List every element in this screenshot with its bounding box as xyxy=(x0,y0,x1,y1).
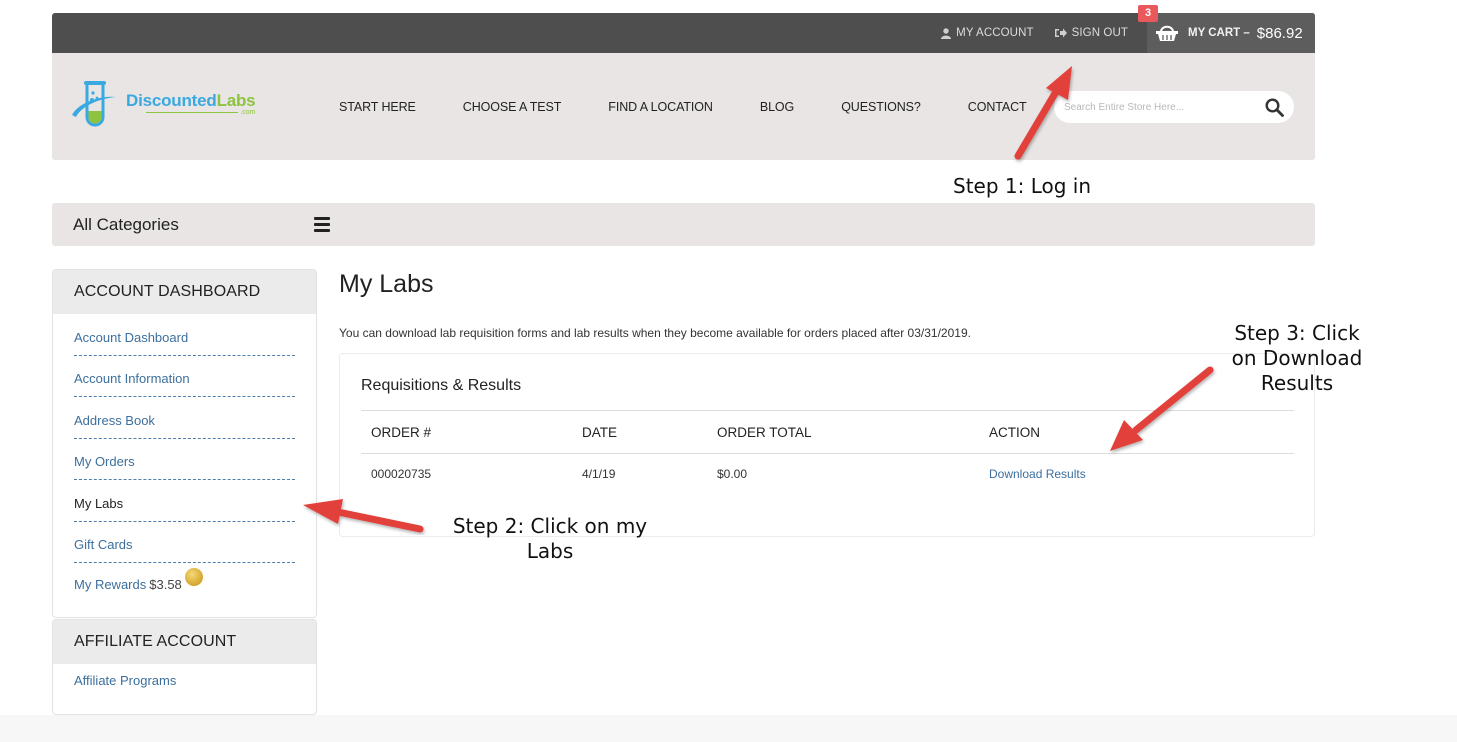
account-dashboard-heading: ACCOUNT DASHBOARD xyxy=(53,270,316,314)
top-bar: MY ACCOUNT SIGN OUT 3 MY CART – $86.92 xyxy=(52,5,1315,53)
cart-label: MY CART – xyxy=(1188,27,1250,39)
account-dashboard-box: ACCOUNT DASHBOARD Account Dashboard Acco… xyxy=(52,269,317,618)
address-book-link[interactable]: Address Book xyxy=(74,413,155,428)
logo-name-part1: Discounted xyxy=(126,90,217,110)
table-row: 000020735 4/1/19 $0.00 Download Results xyxy=(361,454,1294,495)
affiliate-account-heading: AFFILIATE ACCOUNT xyxy=(53,620,316,664)
col-order-total: ORDER TOTAL xyxy=(707,410,979,454)
gift-cards-link[interactable]: Gift Cards xyxy=(74,537,133,552)
logo[interactable]: DiscountedLabs .com xyxy=(70,79,256,133)
sign-out-icon xyxy=(1054,28,1067,38)
logo-underline xyxy=(146,111,239,113)
my-orders-link[interactable]: My Orders xyxy=(74,454,135,469)
cart-count-badge: 3 xyxy=(1138,5,1158,22)
sidebar-item-my-labs[interactable]: My Labs xyxy=(74,480,295,522)
basket-icon xyxy=(1156,25,1178,41)
nav-questions[interactable]: QUESTIONS? xyxy=(841,100,921,114)
search-button[interactable] xyxy=(1265,97,1284,117)
account-dashboard-link[interactable]: Account Dashboard xyxy=(74,330,188,345)
main-nav: START HERE CHOOSE A TEST FIND A LOCATION… xyxy=(339,100,1027,114)
sign-out-link[interactable]: SIGN OUT xyxy=(1054,27,1128,39)
hamburger-menu-icon[interactable] xyxy=(314,217,330,235)
step3-annotation: Step 3: Click on Download Results xyxy=(1220,321,1374,396)
sidebar-item-account-information: Account Information xyxy=(74,356,295,397)
nav-choose-a-test[interactable]: CHOOSE A TEST xyxy=(463,100,562,114)
reward-coin-icon xyxy=(184,568,203,586)
my-account-label: MY ACCOUNT xyxy=(956,27,1034,39)
col-action: ACTION xyxy=(979,410,1294,454)
my-rewards-link[interactable]: My Rewards xyxy=(74,577,146,592)
logo-text: DiscountedLabs .com xyxy=(126,90,256,116)
sidebar-item-address-book: Address Book xyxy=(74,397,295,439)
account-nav-list: Account Dashboard Account Information Ad… xyxy=(53,314,316,609)
step1-annotation: Step 1: Log in xyxy=(953,174,1092,198)
action-cell: Download Results xyxy=(979,454,1294,495)
my-account-link[interactable]: MY ACCOUNT xyxy=(941,27,1034,39)
sidebar-item-my-rewards: My Rewards $3.58 xyxy=(74,563,295,609)
affiliate-account-box: AFFILIATE ACCOUNT Affiliate Programs xyxy=(52,619,317,715)
user-icon xyxy=(941,27,952,39)
page-title: My Labs xyxy=(339,270,434,298)
panel-title: Requisitions & Results xyxy=(361,377,522,394)
nav-start-here[interactable]: START HERE xyxy=(339,100,416,114)
test-tube-logo-icon xyxy=(72,81,116,127)
search-icon xyxy=(1265,97,1284,117)
step2-line2: Labs xyxy=(526,539,574,563)
logo-name-part2: Labs xyxy=(216,90,256,110)
sidebar-item-affiliate-programs: Affiliate Programs xyxy=(74,664,295,698)
search-box xyxy=(1054,91,1294,123)
search-input[interactable] xyxy=(1064,101,1265,113)
sidebar-item-account-dashboard: Account Dashboard xyxy=(74,314,295,356)
col-date: DATE xyxy=(572,410,707,454)
intro-text: You can download lab requisition forms a… xyxy=(339,326,971,340)
requisitions-panel: Requisitions & Results ORDER # DATE ORDE… xyxy=(339,353,1315,537)
categories-bar: All Categories xyxy=(52,203,1315,246)
site-header: DiscountedLabs .com START HERE CHOOSE A … xyxy=(52,53,1315,160)
date-cell: 4/1/19 xyxy=(582,467,616,482)
nav-contact[interactable]: CONTACT xyxy=(968,100,1027,114)
step2-annotation: Step 2: Click on my Labs xyxy=(440,514,660,564)
all-categories-toggle[interactable]: All Categories xyxy=(52,203,350,246)
nav-blog[interactable]: BLOG xyxy=(760,100,794,114)
my-labs-current-label: My Labs xyxy=(74,495,124,511)
sidebar-item-gift-cards: Gift Cards xyxy=(74,522,295,563)
table-header-row: ORDER # DATE ORDER TOTAL ACTION xyxy=(361,410,1294,454)
cart-total: $86.92 xyxy=(1256,24,1303,42)
top-links: MY ACCOUNT SIGN OUT xyxy=(941,13,1128,53)
total-cell: $0.00 xyxy=(717,467,748,482)
sidebar-item-my-orders: My Orders xyxy=(74,439,295,480)
affiliate-programs-link[interactable]: Affiliate Programs xyxy=(74,673,176,688)
rewards-amount: $3.58 xyxy=(149,577,182,592)
all-categories-label: All Categories xyxy=(73,214,179,234)
download-results-link[interactable]: Download Results xyxy=(989,467,1086,481)
affiliate-nav-list: Affiliate Programs xyxy=(53,664,316,698)
nav-find-a-location[interactable]: FIND A LOCATION xyxy=(608,100,713,114)
logo-suffix: .com xyxy=(240,108,256,116)
orders-table: ORDER # DATE ORDER TOTAL ACTION 00002073… xyxy=(361,410,1294,495)
footer-band xyxy=(0,715,1457,742)
page: MY ACCOUNT SIGN OUT 3 MY CART – $86.92 D… xyxy=(0,0,1457,742)
cart-button[interactable]: 3 MY CART – $86.92 xyxy=(1138,5,1315,53)
step2-line1: Step 2: Click on my xyxy=(452,514,648,538)
step3-line2: on Download xyxy=(1231,346,1363,370)
col-order-number: ORDER # xyxy=(361,410,572,454)
sign-out-label: SIGN OUT xyxy=(1071,27,1128,39)
step3-line3: Results xyxy=(1260,371,1334,395)
order-number-cell: 000020735 xyxy=(371,467,432,482)
step3-line1: Step 3: Click xyxy=(1234,321,1360,345)
account-information-link[interactable]: Account Information xyxy=(74,371,190,386)
